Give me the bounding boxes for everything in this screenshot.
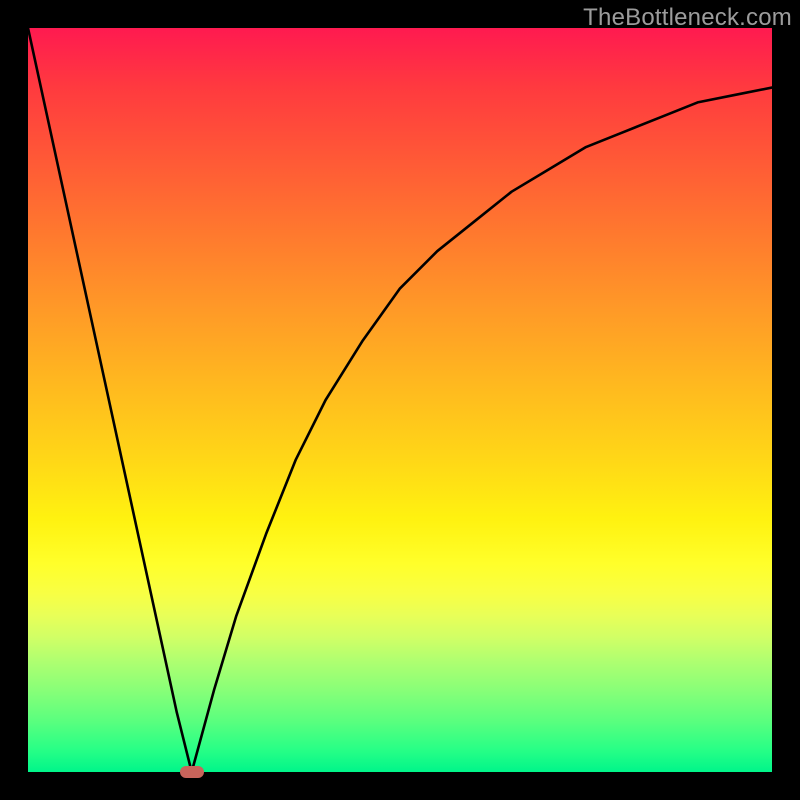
chart-frame: TheBottleneck.com [0, 0, 800, 800]
minimum-marker [180, 766, 204, 778]
bottleneck-curve [28, 28, 772, 772]
plot-area [28, 28, 772, 772]
